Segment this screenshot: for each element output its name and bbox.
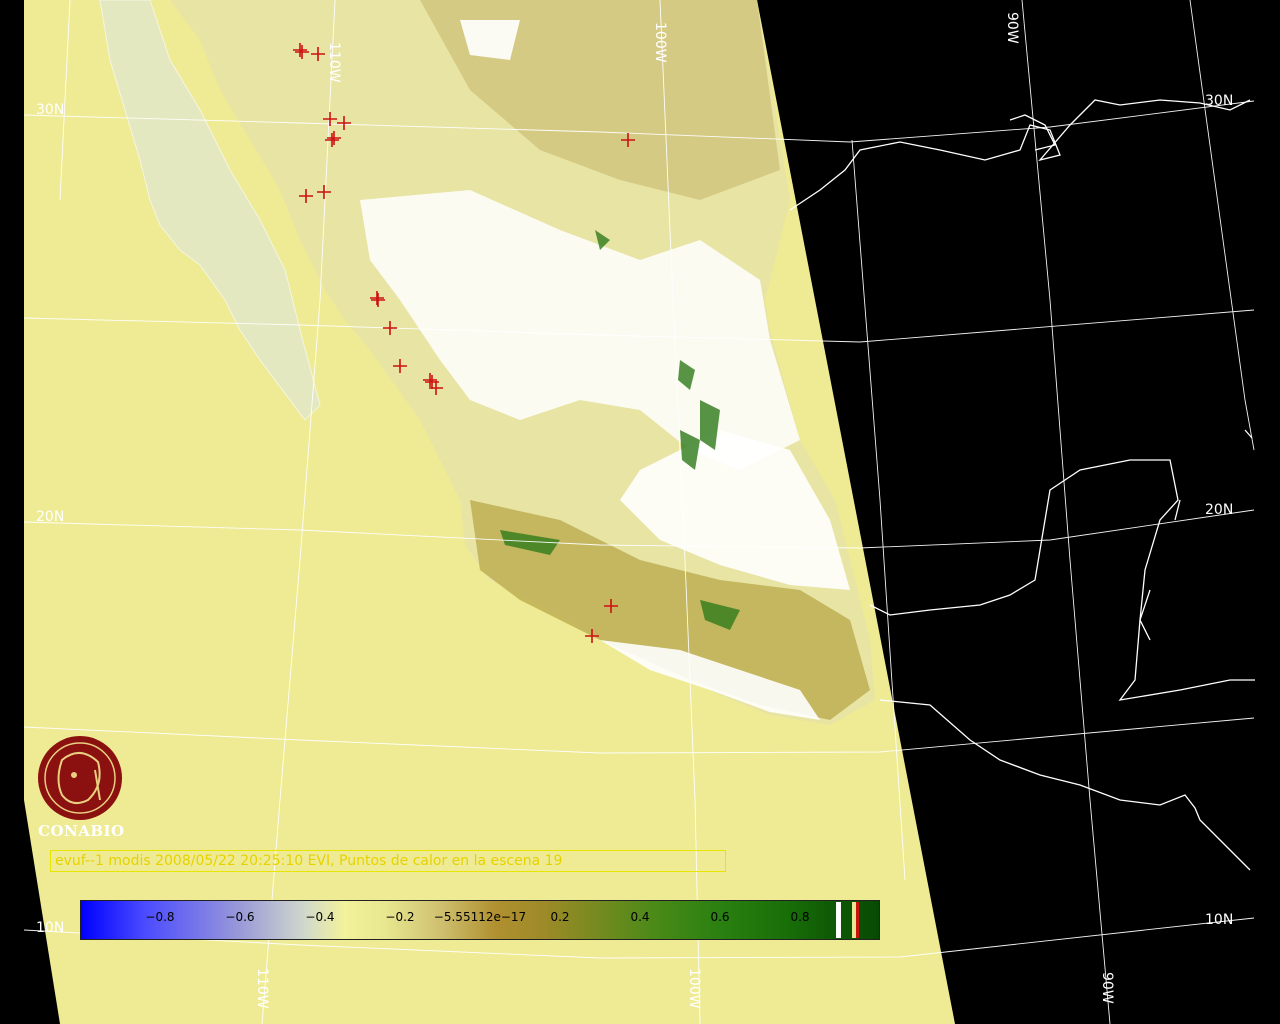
colorbar-nodata-red: [856, 902, 859, 938]
scene-caption: evuf--1 modis 2008/05/22 20:25:10 EVI, P…: [50, 850, 726, 872]
colorbar-tick-label: 0.6: [710, 910, 730, 924]
colorbar-tick-label: 0.4: [630, 910, 650, 924]
label-10n-left: 10N: [36, 920, 64, 936]
colorbar-nodata-white: [836, 902, 841, 938]
meridian-85w: [1189, 0, 1255, 451]
label-20n-left: 20N: [36, 509, 64, 525]
label-90w-top: 90W: [1004, 12, 1020, 44]
colorbar-tick-label: −0.2: [385, 910, 415, 924]
meridian-90w: [1021, 0, 1111, 1024]
colorbar-tick-label: −5.55112e−17: [433, 910, 527, 924]
label-30n-left: 30N: [36, 102, 64, 118]
label-20n-right: 20N: [1205, 502, 1233, 518]
label-110w-top: 110W: [326, 42, 342, 83]
label-10n-right: 10N: [1205, 912, 1233, 928]
colorbar-tick-label: −0.8: [145, 910, 175, 924]
conabio-logo: [38, 736, 122, 820]
label-30n-right: 30N: [1205, 93, 1233, 109]
conabio-logo-text: CONABIO: [38, 822, 125, 840]
colorbar-tick-label: −0.6: [225, 910, 255, 924]
label-90w-bottom: 90W: [1099, 972, 1115, 1004]
colorbar-tick-label: −0.4: [305, 910, 335, 924]
label-110w-bottom: 110W: [254, 968, 270, 1009]
label-100w-top: 100W: [652, 22, 668, 63]
label-100w-bottom: 100W: [686, 968, 702, 1009]
colorbar-tick-label: 0.2: [550, 910, 570, 924]
colorbar-tick-label: 0.8: [790, 910, 810, 924]
